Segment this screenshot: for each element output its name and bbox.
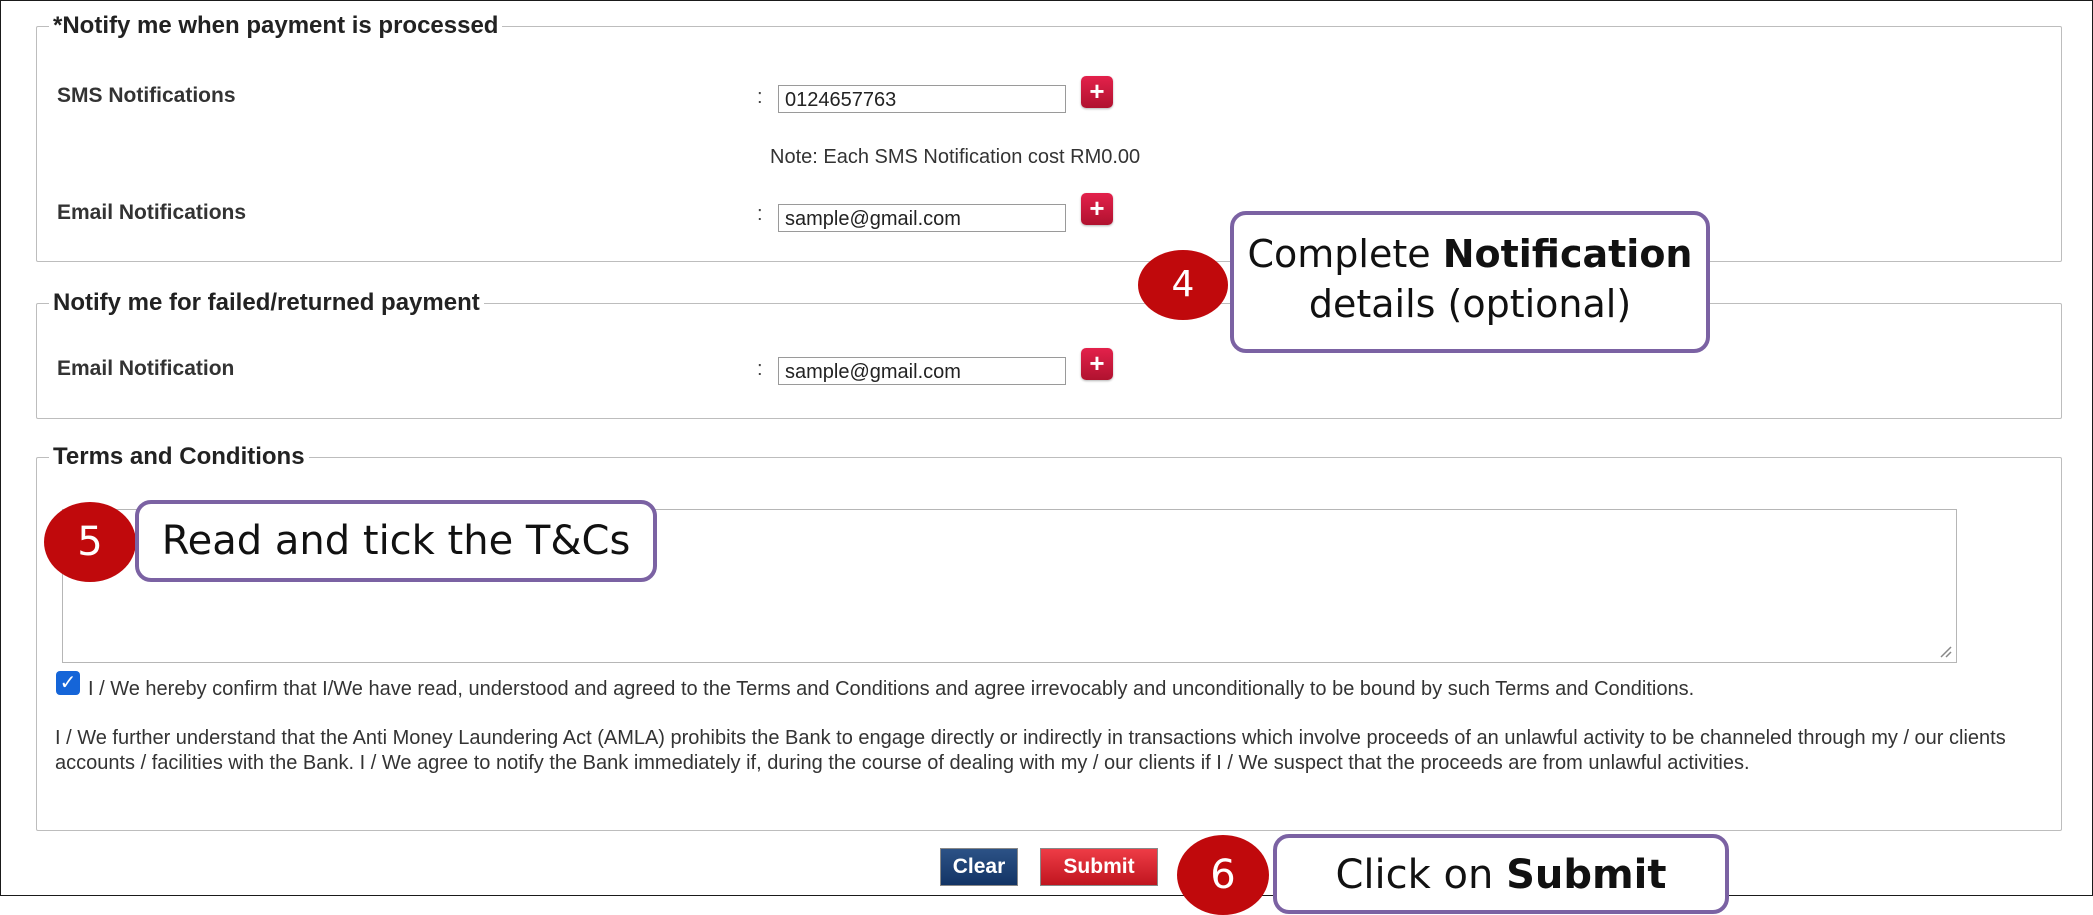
step-6-badge: 6 [1177,835,1269,915]
terms-confirm-text: I / We hereby confirm that I/We have rea… [88,678,1695,700]
step-4-badge: 4 [1138,250,1228,320]
step-4-line2: details (optional) [1308,282,1632,326]
failed-email-notification-label: Email Notification [57,357,235,380]
aml-text: I / We further understand that the Anti … [55,727,2006,774]
notify-processed-legend: *Notify me when payment is processed [53,12,499,39]
email-notifications-label: Email Notifications [57,201,247,224]
sms-number-input[interactable]: 0124657763 [778,85,1066,113]
sms-notifications-label: SMS Notifications [57,84,236,107]
email-notification-input[interactable]: sample@gmail.com [778,204,1066,232]
email-colon: : [757,203,763,225]
step-5-callout: Read and tick the T&Cs [135,500,657,582]
sms-colon: : [757,86,763,108]
notify-failed-section: Notify me for failed/returned payment [36,289,2062,419]
submit-button[interactable]: Submit [1040,848,1158,886]
step-4-line1: Complete Notification [1247,232,1693,276]
add-email-button[interactable]: + [1081,193,1113,225]
step-5-badge: 5 [44,502,136,582]
notify-failed-legend: Notify me for failed/returned payment [53,289,480,316]
terms-legend: Terms and Conditions [53,443,305,470]
clear-button[interactable]: Clear [940,848,1018,886]
terms-checkbox[interactable]: ✓ [56,671,80,695]
failed-email-input[interactable]: sample@gmail.com [778,357,1066,385]
resize-grip-icon[interactable] [1936,642,1952,658]
sms-cost-note: Note: Each SMS Notification cost RM0.00 [770,146,1141,168]
step-6-callout: Click on Submit [1273,834,1729,914]
add-failed-email-button[interactable]: + [1081,348,1113,380]
add-sms-button[interactable]: + [1081,76,1113,108]
step-4-callout: Complete Notification details (optional) [1230,211,1710,353]
failed-email-colon: : [757,358,763,380]
